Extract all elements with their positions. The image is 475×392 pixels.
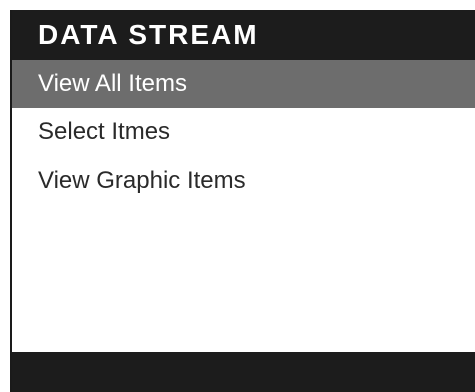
- menu-item-select-items[interactable]: Select Itmes: [12, 108, 475, 157]
- menu-item-label: View Graphic Items: [38, 167, 246, 194]
- menu-item-label: View All Items: [38, 70, 187, 97]
- title-bar: DATA STREAM: [12, 10, 475, 60]
- data-stream-menu: View All Items Select Itmes View Graphic…: [12, 60, 475, 206]
- page-title: DATA STREAM: [38, 19, 259, 50]
- menu-item-view-all-items[interactable]: View All Items: [12, 60, 475, 108]
- menu-item-label: Select Itmes: [38, 118, 171, 145]
- menu-item-view-graphic-items[interactable]: View Graphic Items: [12, 157, 475, 206]
- bottom-bar: [12, 352, 475, 392]
- data-stream-screen: DATA STREAM View All Items Select Itmes …: [10, 10, 475, 392]
